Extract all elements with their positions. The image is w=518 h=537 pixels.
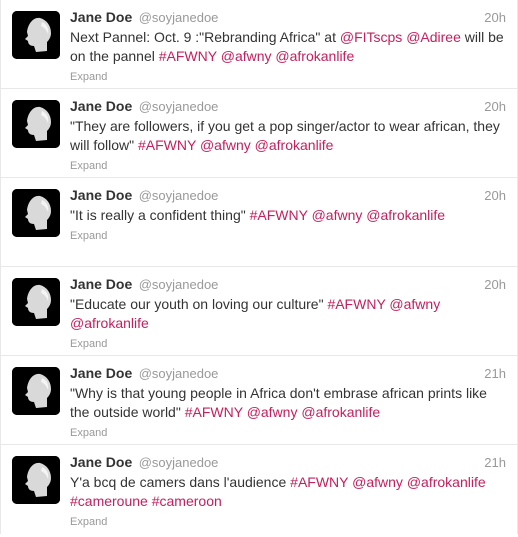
author-username[interactable]: @soyjanedoe — [139, 188, 219, 203]
author-name[interactable]: Jane Doe — [70, 365, 132, 381]
hashtag-link[interactable]: #AFWNY — [250, 207, 308, 223]
mention-link[interactable]: @afwny — [312, 207, 363, 223]
tweet-text: Next Pannel: Oct. 9 :"Rebranding Africa"… — [70, 28, 506, 66]
mention-link[interactable]: @afwny — [389, 296, 440, 312]
avatar-silhouette-icon — [12, 100, 60, 148]
author-name[interactable]: Jane Doe — [70, 9, 132, 25]
avatar[interactable] — [12, 100, 60, 148]
mention-link[interactable]: @afrokanlife — [255, 137, 334, 153]
mention-link[interactable]: @FITscps — [340, 29, 402, 45]
tweet-timestamp[interactable]: 20h — [484, 188, 506, 203]
tweet-text-segment: Next Pannel: Oct. 9 :"Rebranding Africa"… — [70, 29, 340, 45]
tweet-item[interactable]: Jane Doe @soyjanedoe 20h Next Pannel: Oc… — [1, 0, 517, 89]
tweet-text: "They are followers, if you get a pop si… — [70, 117, 506, 155]
expand-link[interactable]: Expand — [70, 516, 107, 528]
tweet-item[interactable]: Jane Doe @soyjanedoe 21h Y'a bcq de came… — [1, 445, 517, 534]
tweet-timeline: Jane Doe @soyjanedoe 20h Next Pannel: Oc… — [0, 0, 518, 534]
tweet-item[interactable]: Jane Doe @soyjanedoe 20h "They are follo… — [1, 89, 517, 178]
tweet-header: Jane Doe @soyjanedoe — [70, 365, 218, 383]
tweet-header: Jane Doe @soyjanedoe — [70, 454, 218, 472]
author-username[interactable]: @soyjanedoe — [139, 455, 219, 470]
tweet-timestamp[interactable]: 20h — [484, 277, 506, 292]
tweet-text-segment: "Educate our youth on loving our culture… — [70, 296, 328, 312]
tweet-item[interactable]: Jane Doe @soyjanedoe 20h "It is really a… — [1, 178, 517, 267]
avatar[interactable] — [12, 456, 60, 504]
tweet-timestamp[interactable]: 21h — [484, 366, 506, 381]
hashtag-link[interactable]: #AFWNY — [138, 137, 196, 153]
tweet-text: "Educate our youth on loving our culture… — [70, 295, 506, 333]
tweet-text-segment: "It is really a confident thing" — [70, 207, 250, 223]
hashtag-link[interactable]: #AFWNY — [159, 48, 217, 64]
tweet-text: "Why is that young people in Africa don'… — [70, 384, 506, 422]
mention-link[interactable]: @afrokanlife — [301, 404, 380, 420]
author-username[interactable]: @soyjanedoe — [139, 366, 219, 381]
author-name[interactable]: Jane Doe — [70, 187, 132, 203]
expand-link[interactable]: Expand — [70, 338, 107, 350]
mention-link[interactable]: @afwny — [200, 137, 251, 153]
avatar-silhouette-icon — [12, 278, 60, 326]
expand-link[interactable]: Expand — [70, 427, 107, 439]
tweet-timestamp[interactable]: 21h — [484, 455, 506, 470]
tweet-header: Jane Doe @soyjanedoe — [70, 9, 218, 27]
avatar-silhouette-icon — [12, 367, 60, 415]
avatar[interactable] — [12, 367, 60, 415]
author-username[interactable]: @soyjanedoe — [139, 99, 219, 114]
hashtag-link[interactable]: #AFWNY — [327, 296, 385, 312]
mention-link[interactable]: @afrokanlife — [407, 474, 486, 490]
mention-link[interactable]: @afwny — [352, 474, 403, 490]
tweet-timestamp[interactable]: 20h — [484, 99, 506, 114]
hashtag-link[interactable]: #cameroon — [152, 493, 222, 509]
avatar[interactable] — [12, 11, 60, 59]
tweet-header: Jane Doe @soyjanedoe — [70, 98, 218, 116]
mention-link[interactable]: @Adiree — [406, 29, 461, 45]
avatar-silhouette-icon — [12, 11, 60, 59]
avatar[interactable] — [12, 278, 60, 326]
tweet-item[interactable]: Jane Doe @soyjanedoe 21h "Why is that yo… — [1, 356, 517, 445]
expand-link[interactable]: Expand — [70, 230, 107, 242]
author-name[interactable]: Jane Doe — [70, 276, 132, 292]
author-username[interactable]: @soyjanedoe — [139, 277, 219, 292]
mention-link[interactable]: @afrokanlife — [366, 207, 445, 223]
hashtag-link[interactable]: #AFWNY — [185, 404, 243, 420]
avatar[interactable] — [12, 189, 60, 237]
mention-link[interactable]: @afwny — [221, 48, 272, 64]
tweet-text: Y'a bcq de camers dans l'audience #AFWNY… — [70, 473, 506, 511]
author-name[interactable]: Jane Doe — [70, 454, 132, 470]
mention-link[interactable]: @afwny — [247, 404, 298, 420]
expand-link[interactable]: Expand — [70, 160, 107, 172]
tweet-text: "It is really a confident thing" #AFWNY … — [70, 206, 506, 225]
avatar-silhouette-icon — [12, 456, 60, 504]
hashtag-link[interactable]: #AFWNY — [290, 474, 348, 490]
avatar-silhouette-icon — [12, 189, 60, 237]
tweet-item[interactable]: Jane Doe @soyjanedoe 20h "Educate our yo… — [1, 267, 517, 356]
tweet-timestamp[interactable]: 20h — [484, 10, 506, 25]
expand-link[interactable]: Expand — [70, 71, 107, 83]
tweet-text-segment: Y'a bcq de camers dans l'audience — [70, 474, 291, 490]
mention-link[interactable]: @afrokanlife — [70, 315, 149, 331]
mention-link[interactable]: @afrokanlife — [275, 48, 354, 64]
tweet-header: Jane Doe @soyjanedoe — [70, 276, 218, 294]
author-name[interactable]: Jane Doe — [70, 98, 132, 114]
hashtag-link[interactable]: #cameroune — [70, 493, 148, 509]
tweet-header: Jane Doe @soyjanedoe — [70, 187, 218, 205]
author-username[interactable]: @soyjanedoe — [139, 10, 219, 25]
